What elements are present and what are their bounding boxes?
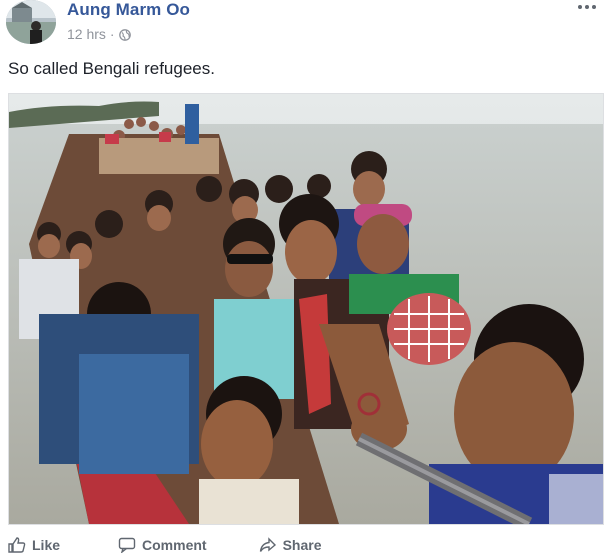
avatar-image: [6, 0, 56, 44]
post-timestamp[interactable]: 12 hrs: [67, 26, 106, 42]
crowded-boat-selfie-image: [9, 94, 603, 524]
post-photo[interactable]: [8, 93, 604, 525]
thumbs-up-icon: [8, 537, 26, 553]
comment-button[interactable]: Comment: [118, 537, 207, 554]
more-options-icon[interactable]: [576, 2, 598, 12]
like-button[interactable]: Like: [8, 537, 60, 553]
globe-icon[interactable]: [118, 28, 131, 41]
post-text: So called Bengali refugees.: [8, 59, 215, 78]
post-action-bar: Like Comment Share: [8, 533, 602, 557]
comment-label: Comment: [142, 537, 207, 553]
share-label: Share: [282, 537, 322, 553]
like-label: Like: [32, 537, 61, 553]
comment-icon: [118, 537, 136, 554]
share-button[interactable]: Share: [259, 537, 322, 553]
facebook-post: Aung Marm Oo 12 hrs · So called Bengali …: [0, 0, 604, 554]
meta-separator: ·: [109, 26, 115, 42]
author-name[interactable]: Aung Marm Oo: [67, 0, 190, 20]
author-avatar[interactable]: [6, 0, 56, 44]
post-meta: 12 hrs ·: [67, 26, 131, 42]
share-arrow-icon: [259, 537, 277, 553]
